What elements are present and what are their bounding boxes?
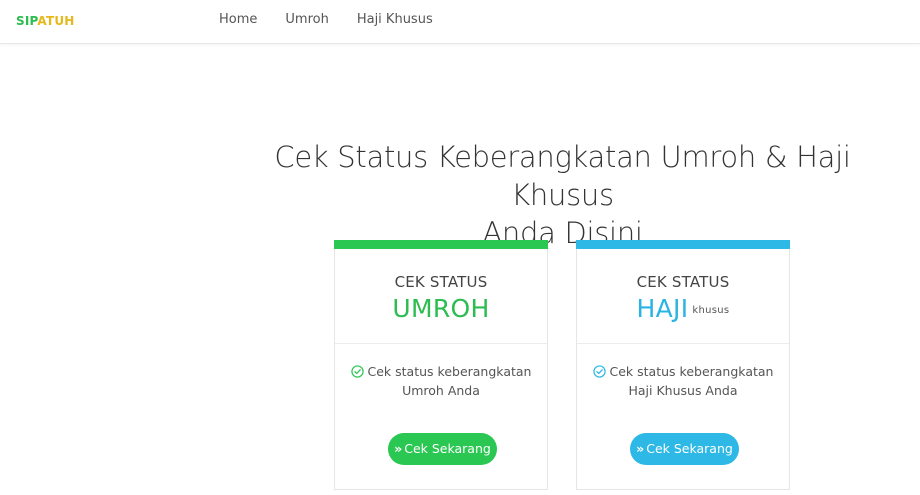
umroh-card-kicker: CEK STATUS — [394, 273, 488, 291]
haji-card-title-row: HAJI khusus — [577, 294, 789, 323]
haji-feature-line-2: Haji Khusus Anda — [628, 383, 738, 398]
check-circle-icon — [350, 365, 364, 378]
umroh-feature-line-1: Cek status keberangkatan — [367, 364, 532, 379]
nav-haji-khusus[interactable]: Haji Khusus — [343, 0, 447, 44]
double-chevron-right-icon: » — [636, 441, 645, 456]
haji-feature-line-1: Cek status keberangkatan — [609, 364, 774, 379]
nav-home[interactable]: Home — [205, 0, 271, 44]
umroh-status-card: CEK STATUS UMROH Cek status keberangkata… — [334, 240, 548, 490]
haji-card-subtitle: khusus — [692, 304, 730, 316]
brand-logo[interactable]: SIPATUH — [16, 14, 75, 28]
top-navbar: SIPATUH Home Umroh Haji Khusus — [0, 0, 920, 44]
umroh-card-accent-bar — [334, 240, 548, 249]
cek-sekarang-haji-button[interactable]: » Cek Sekarang — [630, 433, 739, 465]
brand-logo-part-a: SIP — [16, 14, 38, 28]
page-title-line-2: Anda Disini — [482, 216, 643, 250]
nav-links: Home Umroh Haji Khusus — [205, 0, 447, 44]
page-title: Cek Status Keberangkatan Umroh & Haji Kh… — [225, 138, 900, 252]
check-circle-icon — [592, 365, 606, 378]
haji-card-header: CEK STATUS HAJI khusus — [577, 249, 789, 344]
haji-card-accent-bar — [576, 240, 790, 249]
page-title-line-1: Cek Status Keberangkatan Umroh & Haji Kh… — [274, 140, 851, 212]
brand-logo-part-b: ATUH — [37, 14, 75, 28]
nav-umroh[interactable]: Umroh — [271, 0, 342, 44]
double-chevron-right-icon: » — [394, 441, 403, 456]
umroh-card-header: CEK STATUS UMROH — [335, 249, 547, 344]
umroh-card-title: UMROH — [392, 294, 490, 323]
haji-status-card: CEK STATUS HAJI khusus Cek status keberan… — [576, 240, 790, 490]
haji-card-feature: Cek status keberangkatan Haji Khusus And… — [577, 362, 789, 400]
haji-card-title: HAJI — [636, 294, 689, 323]
umroh-card-feature: Cek status keberangkatan Umroh Anda — [335, 362, 547, 400]
cek-sekarang-umroh-button[interactable]: » Cek Sekarang — [388, 433, 497, 465]
haji-card-kicker: CEK STATUS — [636, 273, 730, 291]
cek-sekarang-haji-label: Cek Sekarang — [646, 441, 733, 456]
cek-sekarang-umroh-label: Cek Sekarang — [404, 441, 491, 456]
umroh-feature-line-2: Umroh Anda — [402, 383, 480, 398]
